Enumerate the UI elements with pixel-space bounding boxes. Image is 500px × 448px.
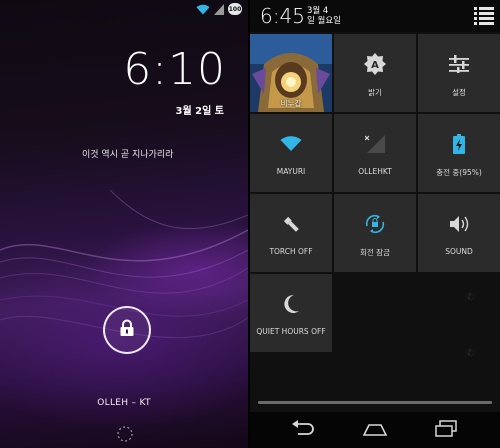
lock-date: 3월 2일 토 (175, 106, 224, 117)
sliders-icon (449, 44, 469, 84)
battery-badge: 100 (228, 3, 242, 15)
tile-user[interactable]: 비누갑 (250, 34, 332, 112)
qs-date-line1: 3월 4 (307, 6, 329, 16)
ghost-phone-icon: ✆ (466, 292, 475, 303)
qs-clock: 6:45 (260, 4, 305, 28)
lock-status-bar: 100 (196, 2, 242, 16)
svg-text:A: A (371, 60, 379, 71)
qs-date-line2: 일 월요일 (307, 16, 341, 26)
tile-torch[interactable]: TORCH OFF (250, 194, 332, 272)
flashlight-icon (281, 204, 301, 244)
quick-settings-header: 6:45 3월 4 일 월요일 (250, 0, 500, 32)
lock-screen: 100 6:10 3월 2일 토 이것 역시 곧 지나가리라 OLLEH – K… (0, 0, 248, 448)
battery-charging-icon (453, 124, 465, 164)
lock-icon (119, 319, 135, 341)
tile-brightness-label: 밝기 (368, 88, 382, 97)
tile-sound-label: SOUND (445, 247, 473, 256)
camera-hint-icon (116, 425, 134, 447)
carrier-label: OLLEH – KT (97, 398, 151, 408)
brightness-auto-icon: A (364, 44, 386, 84)
tile-settings-label: 설정 (452, 88, 466, 97)
recents-icon[interactable] (434, 420, 458, 442)
tile-rotation-lock-label: 회전 잠금 (360, 248, 390, 257)
wifi-icon (280, 124, 302, 164)
tile-quiet-hours-label: QUIET HOURS OFF (256, 327, 326, 336)
signal-icon (365, 124, 385, 164)
rotation-lock-icon (364, 204, 386, 244)
tile-settings[interactable]: 설정 (418, 34, 500, 112)
lock-clock: 6:10 (123, 44, 226, 95)
tile-mobile-data-label: OLLEHKT (358, 167, 392, 176)
tile-battery-label: 충전 중(95%) (436, 168, 482, 177)
battery-level: 100 (228, 5, 242, 13)
tile-rotation-lock[interactable]: 회전 잠금 (334, 194, 416, 272)
tile-quiet-hours[interactable]: QUIET HOURS OFF (250, 274, 332, 352)
tile-torch-label: TORCH OFF (269, 247, 313, 256)
notifications-toggle-icon[interactable] (474, 7, 494, 29)
tile-sound[interactable]: SOUND (418, 194, 500, 272)
navigation-bar (250, 412, 500, 448)
wifi-icon (196, 0, 210, 19)
quick-settings-panel: 6:45 3월 4 일 월요일 비누갑 A 밝기 설정 MAYURI OLLEH… (250, 0, 500, 448)
tile-brightness[interactable]: A 밝기 (334, 34, 416, 112)
tile-user-label: 비누갑 (280, 99, 302, 108)
qs-date: 3월 4 일 월요일 (307, 6, 341, 26)
ghost-phone-icon: ✆ (466, 348, 475, 359)
moon-icon (282, 284, 300, 324)
panel-drag-handle[interactable] (258, 401, 492, 404)
speaker-icon (448, 204, 470, 244)
back-icon[interactable] (290, 420, 316, 442)
unlock-handle[interactable] (103, 306, 151, 354)
tile-wifi[interactable]: MAYURI (250, 114, 332, 192)
signal-icon (214, 0, 224, 19)
tile-mobile-data[interactable]: OLLEHKT (334, 114, 416, 192)
tile-wifi-label: MAYURI (276, 167, 306, 176)
home-icon[interactable] (362, 422, 388, 441)
tile-battery[interactable]: 충전 중(95%) (418, 114, 500, 192)
owner-info-text: 이것 역시 곧 지나가리라 (82, 150, 174, 160)
